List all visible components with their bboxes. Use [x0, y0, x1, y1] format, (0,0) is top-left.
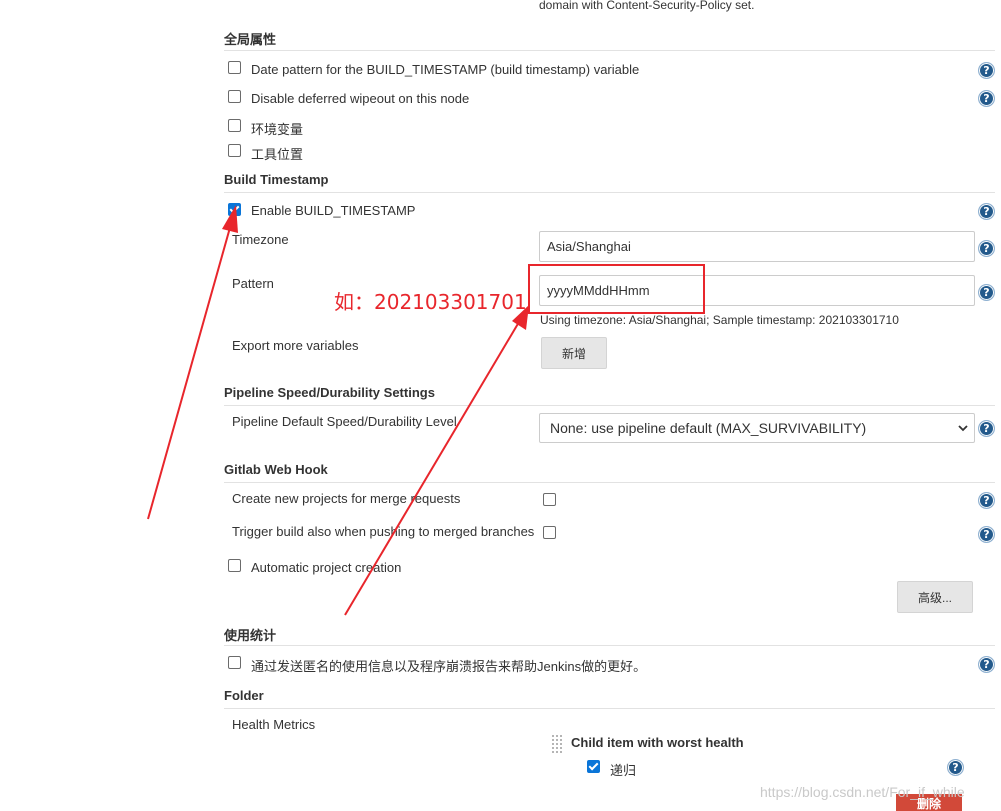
- annotation-arrows: [147, 205, 529, 616]
- arrow-line-checkbox: [147, 223, 232, 520]
- arrow-head-checkbox: [222, 205, 238, 233]
- arrow-line-pattern: [344, 321, 520, 616]
- arrow-head-pattern: [512, 305, 529, 330]
